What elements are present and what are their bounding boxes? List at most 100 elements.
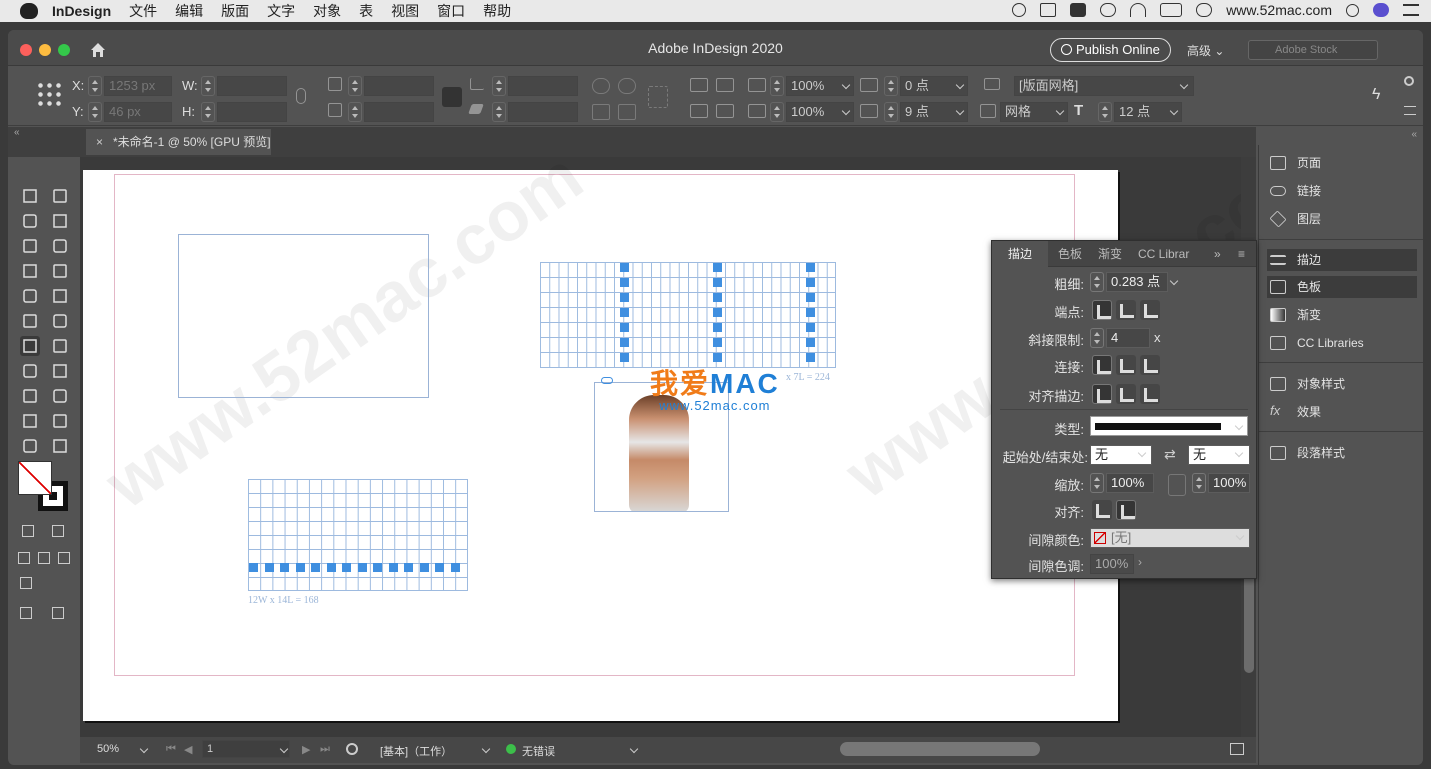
panel-gradient[interactable]: 渐变 [1267, 304, 1417, 326]
lightning-icon[interactable]: ϟ [1372, 86, 1380, 104]
stock-search-input[interactable]: Adobe Stock [1248, 40, 1378, 60]
split-view-icon[interactable] [1230, 743, 1244, 755]
panel-effects[interactable]: fx 效果 [1267, 401, 1417, 423]
fill-swatch[interactable] [18, 461, 52, 495]
line-tool-icon[interactable] [50, 261, 70, 281]
weight-stepper[interactable] [1090, 272, 1104, 292]
panel-menu-icon[interactable]: ≡ [1238, 241, 1245, 267]
h-stepper[interactable] [201, 102, 215, 122]
align-bottom-icon[interactable] [690, 104, 708, 118]
miter-stepper[interactable] [1090, 328, 1104, 348]
leading-icon[interactable] [860, 104, 878, 118]
master-dropdown[interactable] [482, 744, 492, 754]
v-scale-stepper[interactable] [770, 102, 784, 122]
x-field[interactable]: 1253 px [104, 76, 172, 96]
close-tab-icon[interactable]: × [96, 135, 103, 149]
panel-links[interactable]: 链接 [1267, 180, 1417, 202]
rotate-stepper[interactable] [492, 76, 506, 96]
workspace-switcher[interactable]: 高级 ⌄ [1187, 42, 1224, 59]
apply-color-icon[interactable] [18, 552, 30, 564]
page-dropdown[interactable] [280, 744, 290, 754]
align-center-button[interactable] [1092, 384, 1112, 404]
tab-swatches[interactable]: 色板 [1058, 241, 1082, 267]
first-page-icon[interactable]: ⏮ [166, 743, 176, 756]
panel-paragraph-styles[interactable]: 段落样式 [1267, 442, 1417, 464]
align-inside-button[interactable] [1116, 384, 1136, 404]
link-icon[interactable] [601, 377, 613, 384]
grid-dropdown[interactable]: [版面网格] [1014, 76, 1194, 96]
scissors-tool-icon[interactable] [20, 361, 40, 381]
grid-mode-arrow[interactable] [1056, 106, 1066, 116]
panel-stroke[interactable]: 描边 [1267, 249, 1417, 271]
scale2-field[interactable]: 100% [1208, 473, 1250, 493]
h-scale-icon[interactable] [748, 78, 766, 92]
round-join-button[interactable] [1116, 355, 1136, 375]
distribute-icon[interactable] [716, 78, 734, 92]
miter-join-button[interactable] [1092, 355, 1112, 375]
direct-selection-tool-icon[interactable] [50, 186, 70, 206]
shear-field[interactable] [508, 102, 578, 122]
font-size-arrow[interactable] [1170, 106, 1180, 116]
shear-icon[interactable] [468, 104, 484, 114]
flip-v-icon[interactable] [618, 104, 636, 120]
settings-icon[interactable] [1404, 76, 1414, 86]
vertical-scroll-thumb[interactable] [1244, 573, 1254, 673]
align-outside-button[interactable] [1140, 384, 1160, 404]
butt-cap-button[interactable] [1092, 300, 1112, 320]
tab-cc-libraries[interactable]: CC Librar [1138, 241, 1189, 267]
w-stepper[interactable] [201, 76, 215, 96]
panel-pages[interactable]: 页面 [1267, 152, 1417, 174]
preflight-icon[interactable] [346, 743, 358, 755]
zoom-dropdown[interactable]: 50% [97, 743, 119, 755]
p-icon[interactable] [648, 86, 668, 108]
expand-panels-icon[interactable]: « [1411, 129, 1417, 140]
menu-edit[interactable]: 编辑 [175, 1, 203, 21]
zoom-tool-icon[interactable] [50, 436, 70, 456]
h-scale-dropdown[interactable] [842, 80, 852, 90]
menu-file[interactable]: 文件 [129, 1, 157, 21]
offset2-dropdown[interactable] [956, 106, 966, 116]
menu-window[interactable]: 窗口 [437, 1, 465, 21]
search-icon[interactable] [1346, 3, 1359, 17]
v-scale-icon[interactable] [748, 104, 766, 118]
table-alt-tool-icon[interactable] [50, 336, 70, 356]
scale-x-field[interactable] [364, 76, 434, 96]
link-toggle-icon[interactable] [442, 87, 462, 107]
scale1-stepper[interactable] [1090, 473, 1104, 493]
apply-none-icon[interactable] [58, 552, 70, 564]
reference-point-icon[interactable] [36, 81, 62, 107]
gap-tool-icon[interactable] [50, 211, 70, 231]
empty-frame[interactable] [178, 234, 429, 398]
tab-stroke[interactable]: 描边 [992, 241, 1048, 267]
more-tabs-icon[interactable]: » [1214, 241, 1221, 267]
miter-field[interactable]: 4 [1106, 328, 1150, 348]
menu-type[interactable]: 文字 [267, 1, 295, 21]
table-tool-icon[interactable] [20, 336, 40, 356]
stroke-type-arrow[interactable] [1235, 421, 1245, 431]
y-field[interactable]: 46 px [104, 102, 172, 122]
siri-icon[interactable] [1373, 3, 1389, 17]
menu-help[interactable]: 帮助 [483, 1, 511, 21]
gap-tint-arrow[interactable]: › [1138, 555, 1142, 569]
arrow-extend-button[interactable] [1092, 500, 1112, 520]
gradient-feather-tool-icon[interactable] [50, 386, 70, 406]
content-placer-tool-icon[interactable] [50, 236, 70, 256]
menu-table[interactable]: 表 [359, 1, 373, 21]
format-text-icon[interactable] [52, 525, 64, 537]
v-scale-dropdown[interactable] [842, 106, 852, 116]
pen-tool-icon[interactable] [20, 286, 40, 306]
leading-stepper[interactable] [884, 102, 898, 122]
pencil-tool-icon[interactable] [50, 286, 70, 306]
h-field[interactable] [217, 102, 287, 122]
panel-object-styles[interactable]: 对象样式 [1267, 373, 1417, 395]
fill-stroke-swatch[interactable] [18, 461, 72, 515]
constrain-icon[interactable] [296, 88, 306, 104]
grid-icon[interactable] [984, 78, 1000, 90]
offset1-dropdown[interactable] [956, 80, 966, 90]
table-grid-top[interactable] [540, 262, 836, 368]
flip-h-icon[interactable] [592, 104, 610, 120]
distribute-h-icon[interactable] [716, 104, 734, 118]
menu-object[interactable]: 对象 [313, 1, 341, 21]
weight-field[interactable]: 0.283 点 [1106, 272, 1168, 292]
next-page-icon[interactable]: ▶ [302, 743, 310, 756]
